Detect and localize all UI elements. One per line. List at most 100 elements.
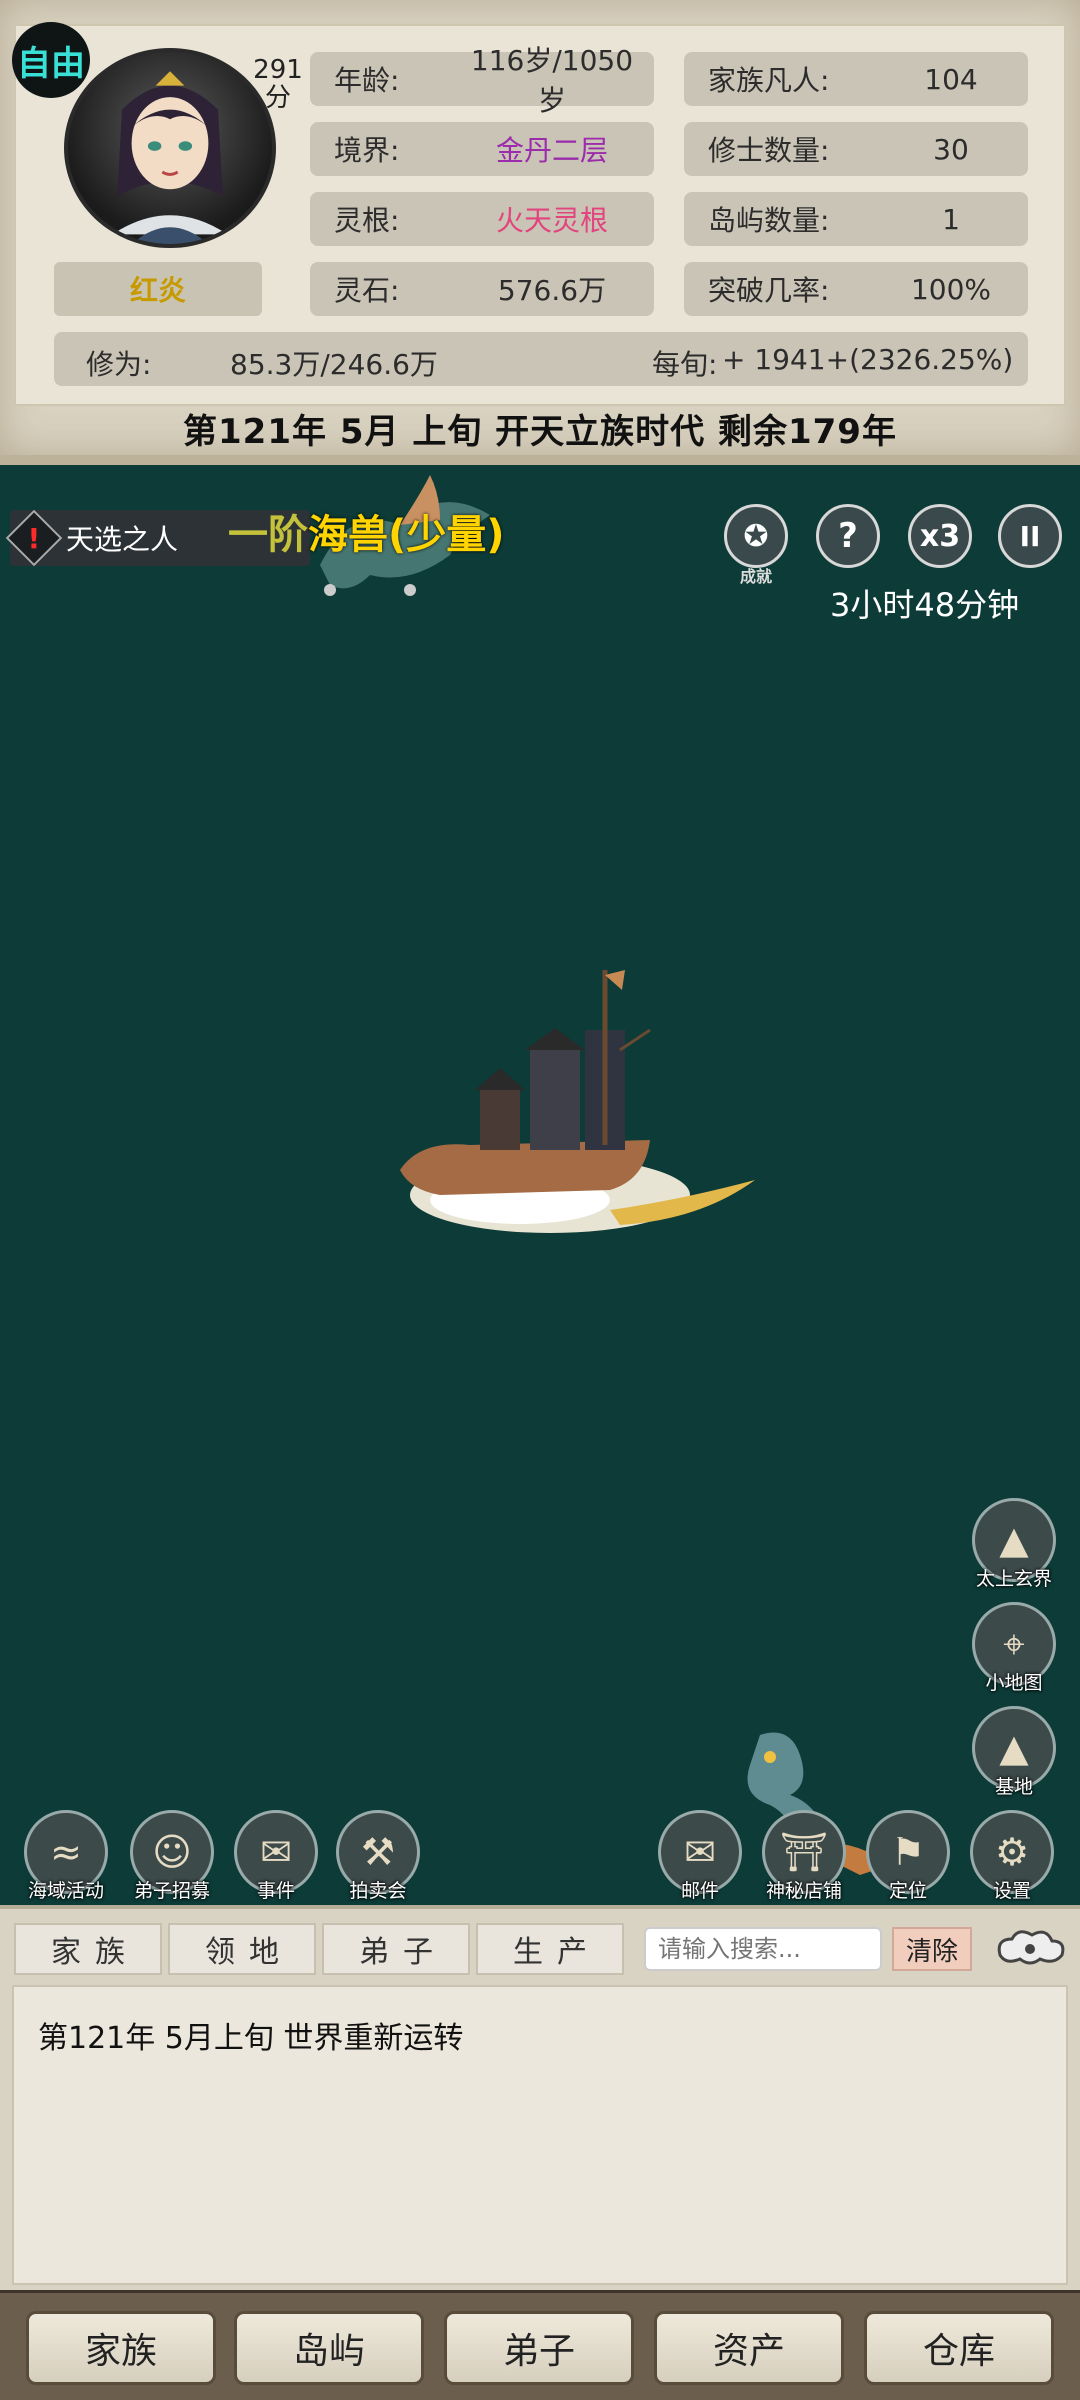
stat-label: 灵石: — [334, 274, 400, 307]
mode-badge[interactable]: 自由 — [12, 22, 90, 98]
event-notice-label: 天选之人 — [66, 523, 179, 556]
character-portrait-icon — [112, 71, 228, 244]
base-button[interactable]: ▲ 基地 — [972, 1706, 1056, 1798]
minimap-button[interactable]: ⌖ 小地图 — [972, 1602, 1056, 1694]
achievement-label: 成就 — [739, 567, 772, 586]
events-label: 事件 — [256, 1880, 295, 1902]
stat-value: 30 — [933, 132, 969, 166]
auction-button[interactable]: ⚒ 拍卖会 — [336, 1810, 420, 1902]
recruit-button[interactable]: ☺ 弟子招募 — [130, 1810, 214, 1902]
map-pin-icon: ⌖ — [1003, 1621, 1025, 1666]
per-period-value: + 1941+(2326.25%) — [722, 343, 1014, 376]
sea-beast-label: 一阶海兽(少量) — [228, 502, 505, 560]
warning-icon: ! — [5, 509, 63, 567]
upper-realm-button[interactable]: ▲ 太上玄界 — [972, 1498, 1056, 1590]
base-label: 基地 — [994, 1776, 1033, 1798]
stat-label: 家族凡人: — [708, 64, 830, 97]
stat-label: 灵根: — [334, 204, 400, 237]
stat-value: 1 — [942, 202, 960, 236]
beast-level: 一阶 — [228, 512, 308, 558]
nav-warehouse[interactable]: 仓库 — [864, 2311, 1054, 2385]
stat-label: 年龄: — [334, 64, 400, 97]
cultivation-value: 85.3万/246.6万 — [230, 348, 438, 381]
mystery-shop-label: 神秘店铺 — [765, 1880, 842, 1902]
clear-button[interactable]: 清除 — [892, 1927, 972, 1971]
flying-ship-icon — [400, 970, 755, 1233]
trophy-icon: ✪ — [743, 518, 769, 554]
stat-cultivators: 修士数量: 30 — [684, 122, 1028, 176]
stat-spirit-stone: 灵石: 576.6万 — [310, 262, 654, 316]
stat-label: 境界: — [334, 134, 400, 167]
gear-icon: ⚙ — [994, 1830, 1030, 1874]
sea-activity-button[interactable]: ≈ 海域活动 — [24, 1810, 108, 1902]
stat-age: 年龄: 116岁/1050岁 — [310, 44, 654, 117]
cloud-icon[interactable] — [990, 1925, 1070, 1971]
sea-map[interactable] — [0, 465, 1080, 1905]
stat-value: 金丹二层 — [495, 134, 608, 167]
character-name[interactable]: 红炎 — [54, 262, 262, 316]
speed-button[interactable]: x3 — [908, 504, 972, 568]
mountain-icon: ▲ — [999, 1518, 1029, 1562]
pause-icon: II — [1019, 519, 1041, 553]
search-input[interactable] — [644, 1927, 882, 1971]
log-panel: 家族 领地 弟子 生产 清除 第121年 5月上旬 世界重新运转 — [0, 1905, 1080, 2290]
game-screen: { "header": { "mode_badge": "自由", "score… — [0, 0, 1080, 2400]
avatar[interactable] — [64, 48, 276, 248]
disciple-icon: ☺ — [152, 1830, 192, 1874]
game-date: 第121年 5月 上旬 开天立族时代 剩余179年 — [183, 412, 897, 452]
stat-realm: 境界: 金丹二层 — [310, 122, 654, 176]
mail-icon: ✉ — [684, 1830, 716, 1874]
stat-label: 岛屿数量: — [708, 204, 830, 237]
flag-icon: ⚑ — [890, 1830, 926, 1874]
bottom-nav: 家族 岛屿 弟子 资产 仓库 — [0, 2290, 1080, 2400]
hammer-icon: ⚒ — [360, 1830, 396, 1874]
tab-production[interactable]: 生产 — [476, 1923, 624, 1975]
auction-label: 拍卖会 — [349, 1880, 407, 1902]
tab-disciples[interactable]: 弟子 — [322, 1923, 470, 1975]
settings-label: 设置 — [992, 1880, 1031, 1902]
cultivation-label: 修为: — [86, 348, 152, 381]
locate-button[interactable]: ⚑ 定位 — [866, 1810, 950, 1902]
stat-mortals: 家族凡人: 104 — [684, 52, 1028, 106]
nav-family[interactable]: 家族 — [26, 2311, 216, 2385]
nav-disciples[interactable]: 弟子 — [444, 2311, 634, 2385]
log-entry: 第121年 5月上旬 世界重新运转 — [38, 2021, 464, 2056]
timer-display: 3小时48分钟 — [830, 586, 1020, 624]
achievement-button[interactable]: ✪ 成就 — [724, 504, 788, 586]
scroll-icon: ✉ — [260, 1830, 292, 1874]
shop-icon: ⛩ — [779, 1829, 829, 1874]
status-panel: 自由 291 分 红炎 年龄: 116岁/1050岁 境界: 金丹二层 灵根: … — [0, 0, 1080, 465]
log-area[interactable]: 第121年 5月上旬 世界重新运转 — [12, 1985, 1068, 2285]
stat-label: 突破几率: — [708, 274, 830, 307]
pause-button[interactable]: II — [998, 504, 1062, 568]
help-button[interactable]: ? — [816, 504, 880, 568]
tab-family[interactable]: 家族 — [14, 1923, 162, 1975]
recruit-label: 弟子招募 — [133, 1880, 210, 1902]
upper-realm-label: 太上玄界 — [975, 1568, 1052, 1590]
nav-islands[interactable]: 岛屿 — [234, 2311, 424, 2385]
minimap-label: 小地图 — [985, 1672, 1043, 1694]
beast-name: 海兽(少量) — [308, 512, 505, 558]
cultivation-bar: 修为: 85.3万/246.6万 每旬: + 1941+(2326.25%) — [54, 332, 1028, 386]
mystery-shop-button[interactable]: ⛩ 神秘店铺 — [762, 1810, 846, 1902]
nav-assets[interactable]: 资产 — [654, 2311, 844, 2385]
tab-territory[interactable]: 领地 — [168, 1923, 316, 1975]
events-button[interactable]: ✉ 事件 — [234, 1810, 318, 1902]
stat-islands: 岛屿数量: 1 — [684, 192, 1028, 246]
score-display: 291 分 — [248, 56, 308, 112]
locate-label: 定位 — [888, 1880, 927, 1902]
score-value: 291 — [253, 55, 303, 85]
speed-label: x3 — [919, 518, 961, 554]
stat-label: 修士数量: — [708, 134, 830, 167]
stat-spirit-root: 灵根: 火天灵根 — [310, 192, 654, 246]
mail-button[interactable]: ✉ 邮件 — [658, 1810, 742, 1902]
stat-value: 100% — [910, 272, 992, 306]
settings-button[interactable]: ⚙ 设置 — [970, 1810, 1054, 1902]
stat-value: 576.6万 — [497, 274, 607, 307]
stat-value: 116岁/1050岁 — [470, 44, 634, 117]
map-scene — [320, 475, 890, 1875]
mail-label: 邮件 — [680, 1880, 719, 1902]
wave-icon: ≈ — [50, 1830, 82, 1874]
stat-value: 104 — [924, 62, 978, 96]
stat-value: 火天灵根 — [495, 204, 608, 237]
